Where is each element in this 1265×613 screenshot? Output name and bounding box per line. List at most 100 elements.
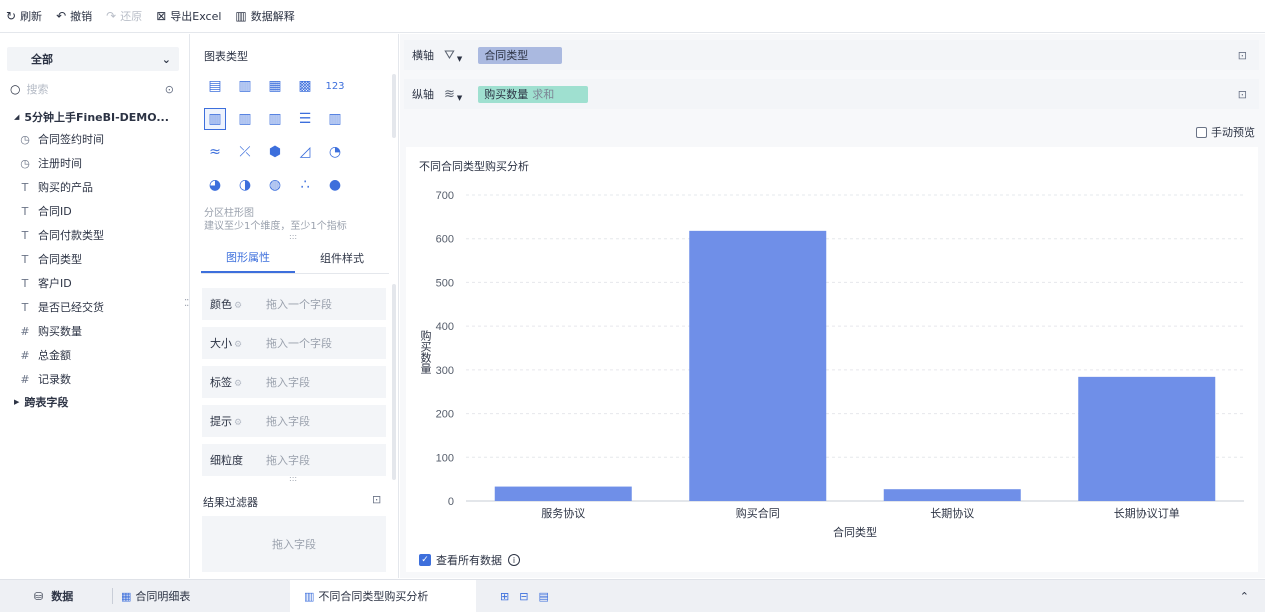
bar: [689, 230, 827, 502]
bar: [883, 489, 1021, 501]
more-icon[interactable]: ⊙: [165, 83, 174, 96]
resize-handle-2[interactable]: :::: [289, 474, 297, 483]
horizontal-bar-icon[interactable]: ☰: [295, 109, 315, 129]
detail-table-icon[interactable]: ▦: [265, 76, 285, 96]
y-axis-type-icon[interactable]: ≋: [444, 87, 455, 102]
info-icon[interactable]: i: [508, 554, 520, 566]
property-slot[interactable]: 标签 ⚙ 拖入字段: [202, 366, 386, 398]
scatter-icon[interactable]: ∴: [295, 175, 315, 195]
refresh-icon: ↻: [6, 9, 17, 23]
property-slot[interactable]: 颜色 ⚙ 拖入一个字段: [202, 288, 386, 320]
field-item[interactable]: ◷ 合同签约时间: [18, 129, 104, 149]
gear-icon[interactable]: ⚙: [234, 301, 242, 311]
polygon-icon[interactable]: ⬢: [265, 142, 285, 162]
view-all-data-toggle[interactable]: ✓ 查看所有数据 i: [419, 552, 520, 568]
text-icon: T: [21, 180, 29, 194]
x-axis-label: 横轴: [412, 49, 434, 62]
gear-icon[interactable]: ⚙: [234, 379, 242, 389]
y-tick-label: 100: [436, 452, 454, 464]
range-bar-icon[interactable]: ▥: [325, 109, 345, 129]
manual-preview-checkbox[interactable]: [1196, 126, 1207, 138]
view-all-checkbox[interactable]: ✓: [419, 554, 431, 566]
resize-handle[interactable]: :::: [289, 232, 297, 241]
tab-component-style[interactable]: 组件样式: [295, 242, 389, 273]
search-field[interactable]: ○ 搜索 ⊙: [10, 79, 180, 99]
add-table-icon: ⊟: [519, 589, 529, 603]
x-tick-label: 购买合同: [736, 506, 780, 520]
field-label: 合同ID: [38, 205, 72, 218]
x-axis-row: 横轴 ⛛ ▼ 合同类型 ⊡: [404, 40, 1259, 70]
add-report-button[interactable]: ▤: [538, 580, 552, 613]
scope-select[interactable]: 全部 ⌄: [7, 47, 179, 71]
field-item[interactable]: T 是否已经交货: [18, 297, 104, 317]
field-item[interactable]: # 购买数量: [18, 321, 82, 341]
filter-lock-icon[interactable]: ⊡: [372, 493, 381, 506]
add-component-button[interactable]: ⊞: [500, 580, 513, 613]
field-item[interactable]: T 购买的产品: [18, 177, 93, 197]
y-axis-lock-icon[interactable]: ⊡: [1238, 88, 1247, 101]
grouped-bar-icon[interactable]: ▥: [204, 108, 226, 130]
chart-hint-title: 分区柱形图: [204, 208, 254, 219]
property-label-text: 标签: [210, 376, 232, 389]
gear-icon[interactable]: ⚙: [234, 340, 242, 350]
text-icon: T: [21, 300, 29, 314]
field-item[interactable]: T 客户ID: [18, 273, 72, 293]
chart-type-scrollbar[interactable]: [392, 74, 396, 138]
bubble-icon[interactable]: ●: [325, 175, 345, 195]
export-excel-button[interactable]: ⊠ 导出Excel: [156, 8, 221, 24]
collapse-button[interactable]: ⌃: [1240, 580, 1249, 613]
tab-chart-analysis[interactable]: ▥ 不同合同类型购买分析: [290, 579, 476, 613]
area-icon[interactable]: ◿: [295, 142, 315, 162]
gear-icon[interactable]: ⚙: [234, 418, 242, 428]
line-icon[interactable]: ≈: [205, 142, 225, 162]
panel-drag-handle[interactable]: ⁚⁚: [184, 298, 189, 309]
property-slot[interactable]: 大小 ⚙ 拖入一个字段: [202, 327, 386, 359]
partition-bar-icon[interactable]: ▥: [265, 109, 285, 129]
rose-icon[interactable]: ◑: [235, 175, 255, 195]
stacked-bar-icon[interactable]: ▥: [235, 109, 255, 129]
radar-icon[interactable]: ⤫: [235, 142, 255, 162]
tab-contract-detail[interactable]: ▦ 合同明细表: [112, 588, 290, 604]
tab-graph-properties[interactable]: 图形属性: [201, 242, 295, 273]
x-axis-type-icon[interactable]: ⛛: [444, 48, 455, 63]
property-slot[interactable]: 提示 ⚙ 拖入字段: [202, 405, 386, 437]
crosstab-icon[interactable]: ▥: [235, 76, 255, 96]
field-item[interactable]: T 合同ID: [18, 201, 72, 221]
field-item[interactable]: # 总金额: [18, 345, 71, 365]
data-explain-button[interactable]: ▥ 数据解释: [235, 8, 294, 24]
caret-down-icon[interactable]: ▼: [457, 94, 462, 102]
field-item[interactable]: ◷ 注册时间: [18, 153, 82, 173]
redo-button[interactable]: ↷ 还原: [106, 8, 142, 24]
x-axis-lock-icon[interactable]: ⊡: [1238, 49, 1247, 62]
property-scrollbar[interactable]: [392, 284, 396, 480]
property-slot[interactable]: 细粒度 拖入字段: [202, 444, 386, 476]
y-tick-label: 200: [436, 409, 454, 421]
sunburst-icon[interactable]: ◍: [265, 175, 285, 195]
refresh-button[interactable]: ↻ 刷新: [6, 8, 42, 24]
result-filter-dropzone[interactable]: 拖入字段: [202, 516, 386, 572]
pie-icon[interactable]: ◕: [205, 175, 225, 195]
add-dashboard-button[interactable]: ⊟: [519, 580, 532, 613]
search-placeholder: 搜索: [26, 83, 49, 96]
dataset-root[interactable]: ◢ 5分钟上手FineBI-DEMO...: [14, 109, 169, 125]
manual-preview-toggle[interactable]: 手动预览: [1196, 124, 1255, 140]
kpi-card-icon[interactable]: ▩: [295, 76, 315, 96]
collapse-caret-icon: ◢: [14, 113, 20, 121]
text-icon: T: [21, 204, 29, 218]
tab-data[interactable]: ⛁ 数据: [0, 580, 112, 613]
field-label: 客户ID: [38, 277, 72, 290]
y-axis-field-pill[interactable]: 购买数量 求和: [478, 85, 589, 103]
x-axis-field-pill[interactable]: 合同类型: [478, 46, 563, 64]
undo-button[interactable]: ↶ 撤销: [56, 8, 92, 24]
caret-down-icon[interactable]: ▼: [457, 55, 462, 63]
table-icon[interactable]: ▤: [205, 76, 225, 96]
cross-table-fields[interactable]: ▶ 跨表字段: [14, 392, 68, 412]
number-card-icon[interactable]: 123: [325, 76, 345, 96]
redo-icon: ↷: [106, 9, 117, 23]
x-tick-label: 长期协议订单: [1114, 506, 1180, 520]
field-item[interactable]: # 记录数: [18, 369, 71, 389]
field-item[interactable]: T 合同类型: [18, 249, 82, 269]
chart-config-panel: 图表类型 ▤ ▥ ▦ ▩ 123 ▥ ▥ ▥ ☰ ▥ ≈ ⤫ ⬢ ◿ ◔ ◕ ◑ ◍ ∴ ● 分区柱形图 建议至少1个…: [191, 34, 399, 578]
gauge-icon[interactable]: ◔: [325, 142, 345, 162]
field-item[interactable]: T 合同付款类型: [18, 225, 104, 245]
